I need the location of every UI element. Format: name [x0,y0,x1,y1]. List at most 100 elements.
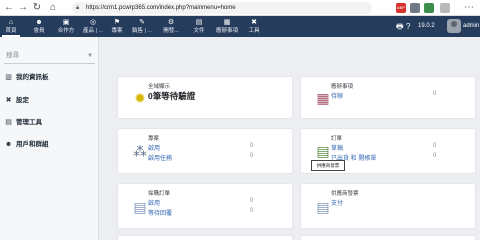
invoice-icon: ▤ [316,199,330,215]
cube-icon: ◎ [89,19,97,26]
supplier-invoice-card[interactable]: ▤ 供應商發票 支付 [300,183,476,229]
server-icon: ▤ [5,119,12,126]
nav-partners[interactable]: ▣ 合作方 [55,16,77,37]
nav-label: 首頁 [5,28,17,34]
adblock-extension-icon[interactable]: ABP [396,3,406,13]
user-icon: ☻ [35,19,43,26]
card-title: 專案 [148,136,160,142]
card-headline: 0筆等待驗證 [148,91,196,101]
card-count: 0 [433,143,437,149]
sidebar-item-label: 設定 [16,97,29,104]
nav-label: 開發... [163,28,179,34]
project-tree-icon: ⁂ [133,143,147,159]
agenda-card[interactable]: ▦ 應辦事項 待辦 0 [300,76,476,119]
tooltip: 供應商發票 [311,160,345,171]
sidebar-item-users-groups[interactable]: ☻ 用戶和群組 [4,139,96,151]
card-count: 0 [250,198,254,204]
extension-icon[interactable] [424,3,434,13]
search-placeholder: 搜尋 [6,52,19,59]
card-count: 0 [433,153,437,159]
card-link[interactable]: 啟用 [148,143,160,152]
search-underline [4,63,95,64]
sidebar-item-label: 管理工具 [16,119,42,126]
address-bar[interactable]: 🔒︎ https://crm1.pcwrp365.com/index.php?m… [72,2,372,14]
extension-icon[interactable] [410,3,420,13]
gear-icon: ⚙ [167,19,175,26]
menu-icon[interactable]: ⋯ [462,1,476,15]
nav-label: 會員 [33,28,45,34]
chart-icon: ▥ [5,74,12,81]
wrench-icon: ✖ [251,19,257,26]
nav-label: 銷售 | ... [131,28,153,34]
card-link[interactable]: 啟用 [148,198,160,207]
top-navigation: ⌂ 首頁 ☻ 會員 ▣ 合作方 ◎ 產品 | ... ⚑ 專案 ✎ 銷售 | .… [0,16,480,37]
card-link[interactable]: 等待回覆 [148,208,172,217]
left-sidebar: 搜尋 ▼ ▥ 我的資訊板 ✖ 設定 ▤ 管理工具 ☻ 用戶和群組 [0,37,99,240]
username-label[interactable]: admin [463,16,479,37]
card-title: 採購訂單 [148,191,171,197]
nav-documents[interactable]: ▤ 文件 [190,16,208,37]
nav-tools[interactable]: ✖ 工具 [246,16,262,37]
print-icon[interactable]: 🖶︎ [396,16,404,37]
card-title: 全域顯示 [148,84,171,90]
calendar-icon: ▦ [316,90,330,106]
document-icon: ▤ [316,143,330,159]
sidebar-item-dashboard[interactable]: ▥ 我的資訊板 [4,72,96,84]
version-label: 19.0.2 [418,23,435,29]
purchase-order-card[interactable]: ▤ 採購訂單 啟用 0 等待回覆 0 [117,183,293,229]
card-title: 供應商發票 [331,191,359,197]
sun-icon: ✹ [134,90,146,106]
sidebar-item-label: 用戶和群組 [16,141,49,148]
reload-icon[interactable]: ↻ [30,1,44,15]
building-icon: ▣ [62,19,70,26]
card-count: 0 [250,143,254,149]
nav-products[interactable]: ◎ 產品 | ... [80,16,106,37]
user-icon: ☻ [4,141,13,148]
home-icon: ⌂ [8,19,14,26]
dashboard-card[interactable] [300,235,476,240]
card-link[interactable]: 草稿 [331,143,343,152]
pencil-icon: ✎ [139,19,145,26]
nav-members[interactable]: ☻ 會員 [29,16,49,37]
avatar[interactable] [447,19,461,33]
dashboard-card[interactable] [117,235,293,240]
flag-icon: ⚑ [113,19,121,26]
dashboard-main: ✹ 全域顯示 0筆等待驗證 ▦ 應辦事項 待辦 0 ⁂ 專案 啟用 0 啟用任務… [100,37,480,240]
nav-label: 合作方 [57,28,75,34]
card-count: 0 [250,208,254,214]
project-card[interactable]: ⁂ 專案 啟用 0 啟用任務 0 [117,128,293,174]
card-link[interactable]: 待辦 [331,91,343,100]
nav-label: 應辦事項 [215,28,238,34]
sidebar-item-admin-tools[interactable]: ▤ 管理工具 [4,117,96,129]
sidebar-item-settings[interactable]: ✖ 設定 [4,95,96,107]
nav-sales[interactable]: ✎ 銷售 | ... [129,16,155,37]
nav-development[interactable]: ⚙ 開發... [159,16,183,37]
help-icon[interactable]: ? [406,16,410,37]
back-icon[interactable]: ← [2,1,16,15]
nav-agenda[interactable]: ▦ 應辦事項 [213,16,241,37]
profile-icon[interactable] [440,3,450,13]
wrench-icon: ✖ [5,97,12,104]
lock-icon: 🔒︎ [76,5,80,11]
nav-label: 工具 [248,28,260,34]
card-title: 應辦事項 [331,84,354,90]
nav-projects[interactable]: ⚑ 專案 [108,16,126,37]
nav-label: 專案 [111,28,123,34]
card-link[interactable]: 支付 [331,198,343,207]
notification-card[interactable]: ✹ 全域顯示 0筆等待驗證 [117,76,293,119]
card-count: 0 [433,91,437,97]
calendar-icon: ▦ [223,19,231,26]
document-icon: ▤ [195,19,203,26]
nav-label: 文件 [193,28,205,34]
card-count: 0 [250,153,254,159]
card-link[interactable]: 啟用任務 [148,153,172,162]
url-text: https://crm1.pcwrp365.com/index.php?main… [86,5,236,11]
sidebar-item-label: 我的資訊板 [16,74,49,81]
menu-search-input[interactable]: 搜尋 ▼ [4,50,95,64]
document-icon: ▤ [133,199,147,215]
home-icon[interactable]: ⌂ [46,1,60,15]
forward-icon[interactable]: → [16,1,30,15]
chevron-down-icon[interactable]: ▼ [87,50,93,62]
nav-home[interactable]: ⌂ 首頁 [2,16,20,37]
browser-toolbar: ← → ↻ ⌂ 🔒︎ https://crm1.pcwrp365.com/ind… [0,0,480,16]
